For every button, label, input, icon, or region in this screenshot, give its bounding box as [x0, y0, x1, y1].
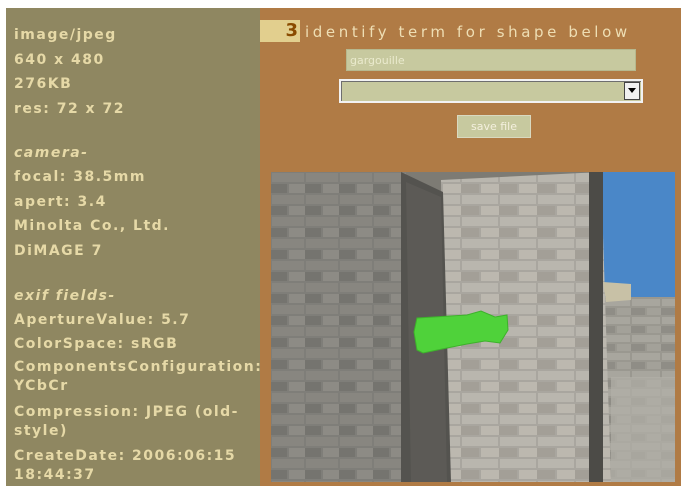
instruction-text: identify term for shape below — [305, 23, 631, 41]
exif-compression: Compression: JPEG (old-style) — [14, 404, 239, 439]
camera-make: Minolta Co., Ltd. — [14, 218, 170, 234]
exif-heading: exif fields- — [14, 288, 116, 304]
camera-aperture: apert: 3.4 — [14, 194, 107, 210]
annotation-panel: 3 identify term for shape below save fil… — [260, 8, 681, 486]
camera-focal: focal: 38.5mm — [14, 169, 146, 185]
file-size: 276KB — [14, 76, 73, 92]
term-input[interactable] — [346, 49, 636, 71]
gargoyle-photo — [271, 172, 675, 482]
camera-model: DiMAGE 7 — [14, 243, 103, 259]
app-frame: image/jpeg 640 x 480 276KB res: 72 x 72 … — [6, 8, 681, 486]
exif-color-space: ColorSpace: sRGB — [14, 336, 179, 352]
term-select[interactable] — [339, 79, 643, 103]
chevron-down-icon[interactable] — [624, 82, 640, 100]
image-dimensions: 640 x 480 — [14, 52, 105, 68]
mime-type: image/jpeg — [14, 27, 117, 43]
exif-create-date: CreateDate: 2006:06:15 18:44:37 — [14, 448, 237, 483]
resolution: res: 72 x 72 — [14, 101, 125, 117]
metadata-sidebar: image/jpeg 640 x 480 276KB res: 72 x 72 … — [6, 8, 260, 486]
exif-components-configuration: ComponentsConfiguration: YCbCr — [14, 359, 260, 394]
save-file-button[interactable]: save file — [457, 115, 531, 138]
step-number-badge: 3 — [260, 20, 300, 42]
camera-heading: camera- — [14, 145, 89, 161]
exif-aperture-value: ApertureValue: 5.7 — [14, 312, 191, 328]
